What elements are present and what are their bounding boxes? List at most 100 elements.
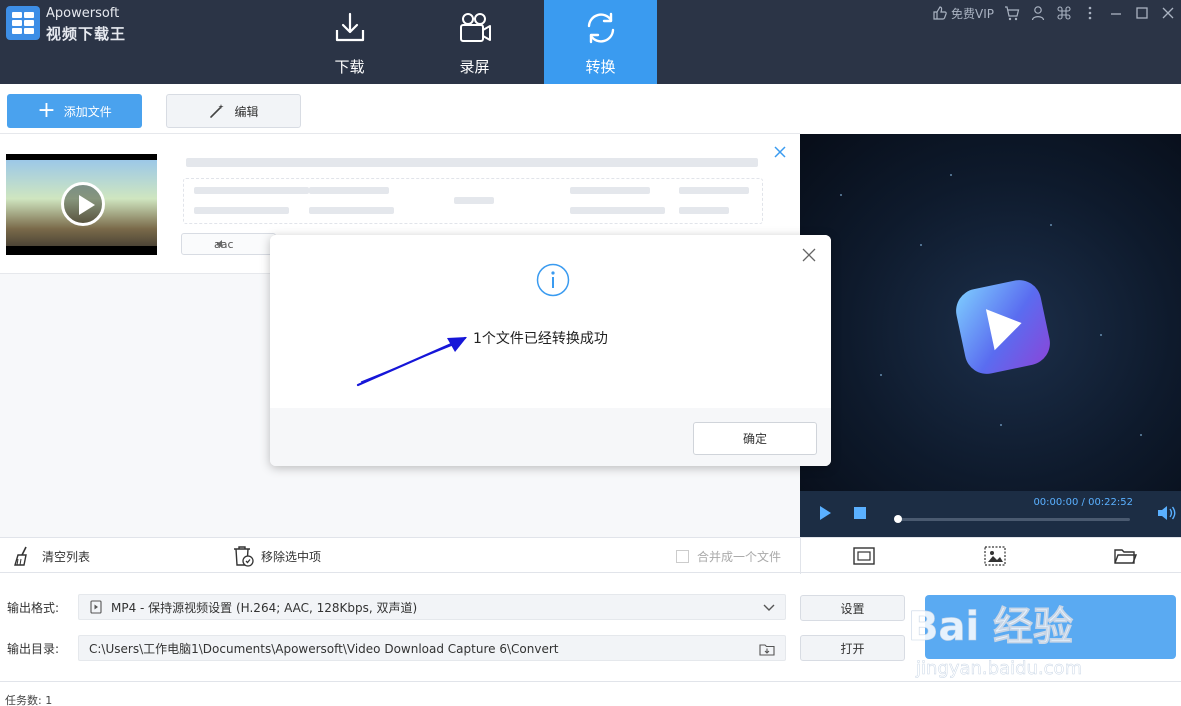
- clear-list-button[interactable]: 清空列表: [12, 544, 90, 568]
- clear-list-label: 清空列表: [42, 549, 91, 564]
- menu-button[interactable]: [1077, 5, 1103, 21]
- star: [950, 174, 952, 176]
- output-dir-value: C:\Users\工作电脑1\Documents\Apowersoft\Vide…: [89, 641, 559, 656]
- edit-button[interactable]: 编辑: [166, 94, 301, 128]
- screenshot-icon[interactable]: [852, 544, 876, 568]
- merge-label: 合并成一个文件: [697, 550, 782, 564]
- magic-wand-icon: [210, 104, 225, 118]
- dialog-message: 1个文件已经转换成功: [473, 331, 608, 347]
- trash-icon: [234, 546, 254, 567]
- file-info-box: [183, 178, 763, 224]
- maximize-button[interactable]: [1129, 5, 1155, 21]
- brand-cn: 视频下载王: [46, 25, 127, 43]
- plus-icon: +: [37, 98, 56, 123]
- output-format-select[interactable]: MP4 - 保持源视频设置 (H.264; AAC, 128Kbps, 双声道): [78, 594, 786, 620]
- info-blur: [194, 207, 289, 214]
- app-header: Apowersoft 视频下载王 下载 录屏 转换 免费VIP: [0, 0, 1181, 84]
- play-icon[interactable]: [61, 182, 105, 226]
- stop-button-icon[interactable]: [852, 505, 868, 521]
- star: [1050, 224, 1052, 226]
- remove-file-icon[interactable]: [772, 144, 788, 160]
- info-blur: [570, 187, 650, 194]
- tab-download-label: 下载: [334, 58, 365, 76]
- vip-label: 免费VIP: [951, 6, 994, 21]
- thumbs-up-icon: [933, 6, 947, 20]
- remove-selected-label: 移除选中项: [261, 549, 322, 564]
- playback-time: 00:00:00 / 00:22:52: [1033, 497, 1133, 508]
- command-icon: [1057, 6, 1071, 20]
- user-button[interactable]: [1025, 5, 1051, 21]
- status-divider: [0, 681, 1181, 682]
- info-blur: [679, 187, 749, 194]
- task-count: 任务数: 1: [5, 694, 53, 706]
- video-camera-icon: [459, 13, 491, 42]
- tab-record[interactable]: 录屏: [418, 0, 531, 84]
- download-icon: [335, 12, 364, 42]
- audio-track-chip[interactable]: aac: [181, 233, 276, 255]
- minimize-button[interactable]: [1103, 5, 1129, 21]
- play-button-icon[interactable]: [817, 505, 833, 521]
- dialog-close-icon[interactable]: [801, 247, 817, 263]
- open-button[interactable]: 打开: [800, 635, 905, 661]
- app-logo-icon: [6, 6, 40, 40]
- star: [1000, 424, 1002, 426]
- player-controls: 00:00:00 / 00:22:52: [800, 491, 1181, 537]
- more-vertical-icon: [1088, 6, 1092, 20]
- browse-folder-icon[interactable]: [759, 641, 775, 657]
- vip-button[interactable]: 免费VIP: [927, 5, 999, 22]
- output-dir-field[interactable]: C:\Users\工作电脑1\Documents\Apowersoft\Vide…: [78, 635, 786, 661]
- action-bar-divider: [800, 538, 801, 574]
- cart-button[interactable]: [999, 5, 1025, 21]
- merge-checkbox-box[interactable]: [676, 550, 689, 563]
- broom-icon: [14, 546, 27, 566]
- close-window-button[interactable]: [1155, 5, 1181, 21]
- edit-label: 编辑: [234, 104, 259, 119]
- speaker-icon: [217, 240, 222, 248]
- seek-bar[interactable]: [895, 518, 1130, 521]
- annotation-arrow-icon: [356, 336, 467, 387]
- tab-convert[interactable]: 转换: [544, 0, 657, 84]
- preview-play-logo-icon: [951, 275, 1055, 379]
- info-blur: [309, 187, 389, 194]
- file-title-blurred: [186, 158, 758, 167]
- star: [1140, 434, 1142, 436]
- seek-knob[interactable]: [894, 515, 902, 523]
- user-icon: [1031, 6, 1045, 21]
- close-icon: [1162, 7, 1174, 19]
- command-button[interactable]: [1051, 5, 1077, 21]
- list-action-bar: 清空列表 移除选中项 合并成一个文件: [0, 537, 1181, 574]
- convert-icon: [587, 12, 614, 44]
- star: [920, 244, 922, 246]
- window-controls: 免费VIP: [927, 2, 1181, 24]
- tab-download[interactable]: 下载: [293, 0, 406, 84]
- info-blur: [679, 207, 729, 214]
- add-file-button[interactable]: + 添加文件: [7, 94, 142, 128]
- remove-selected-button[interactable]: 移除选中项: [231, 544, 321, 568]
- video-file-icon: [90, 600, 102, 614]
- arrow-blur: [454, 197, 494, 204]
- output-format-label: 输出格式:: [7, 601, 60, 615]
- folder-icon[interactable]: [1113, 544, 1137, 568]
- tab-record-label: 录屏: [459, 58, 490, 76]
- brand-en: Apowersoft: [46, 6, 120, 21]
- output-dir-label: 输出目录:: [7, 642, 60, 656]
- chevron-down-icon: [763, 604, 775, 611]
- star: [1100, 334, 1102, 336]
- info-icon: [536, 263, 570, 297]
- minimize-icon: [1111, 13, 1121, 15]
- merge-checkbox[interactable]: 合并成一个文件: [676, 548, 781, 565]
- star: [840, 194, 842, 196]
- video-preview[interactable]: [800, 134, 1181, 491]
- info-blur: [309, 207, 394, 214]
- info-blur: [570, 207, 665, 214]
- add-file-label: 添加文件: [63, 104, 112, 119]
- image-icon[interactable]: [983, 544, 1007, 568]
- info-blur: [194, 187, 309, 194]
- volume-icon[interactable]: [1157, 504, 1177, 522]
- convert-button[interactable]: [925, 595, 1176, 659]
- maximize-icon: [1136, 7, 1148, 19]
- settings-button[interactable]: 设置: [800, 595, 905, 621]
- tab-convert-label: 转换: [585, 58, 616, 76]
- video-thumbnail[interactable]: [6, 154, 157, 255]
- ok-button[interactable]: 确定: [693, 422, 817, 455]
